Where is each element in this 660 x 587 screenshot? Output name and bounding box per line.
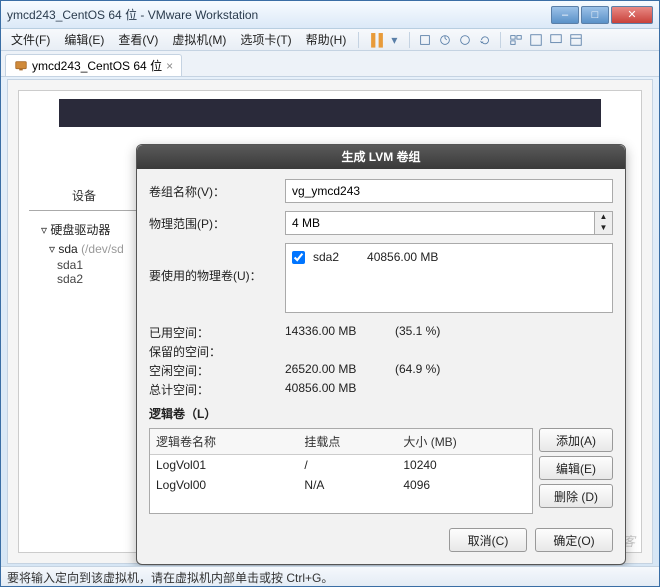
menu-help[interactable]: 帮助(H): [300, 29, 353, 50]
maximize-button[interactable]: □: [581, 6, 609, 24]
total-label: 总计空间：: [149, 381, 285, 398]
lv-edit-button[interactable]: 编辑(E): [539, 456, 613, 480]
menu-view[interactable]: 查看(V): [112, 29, 164, 50]
separator: [358, 32, 359, 48]
space-summary: 已用空间：14336.00 MB(35.1 %) 保留的空间： 空闲空间：265…: [149, 323, 613, 399]
device-disk[interactable]: ▿ sda (/dev/sd: [33, 240, 135, 258]
lv-row[interactable]: LogVol00 N/A 4096: [150, 475, 532, 495]
vm-tab[interactable]: ymcd243_CentOS 64 位 ×: [5, 54, 182, 76]
fullscreen-icon[interactable]: [547, 31, 565, 49]
separator: [409, 32, 410, 48]
toolbar-icon[interactable]: [416, 31, 434, 49]
pe-size-input[interactable]: [285, 211, 595, 235]
pv-item-sda2[interactable]: sda2 40856.00 MB: [292, 250, 606, 264]
minimize-button[interactable]: –: [551, 6, 579, 24]
device-header: 设备: [29, 181, 139, 211]
lv-buttons: 添加(A) 编辑(E) 删除 (D): [539, 428, 613, 514]
revert-icon[interactable]: [476, 31, 494, 49]
vm-icon: [14, 59, 28, 73]
menu-bar: 文件(F) 编辑(E) 查看(V) 虚拟机(M) 选项卡(T) 帮助(H) ▐▐…: [1, 29, 659, 51]
unity-icon[interactable]: [567, 31, 585, 49]
snapshot-manager-icon[interactable]: [456, 31, 474, 49]
lv-col-name[interactable]: 逻辑卷名称: [150, 429, 298, 455]
lv-delete-button[interactable]: 删除 (D): [539, 484, 613, 508]
view-icon[interactable]: [527, 31, 545, 49]
lv-row[interactable]: LogVol01 / 10240: [150, 455, 532, 476]
separator: [500, 32, 501, 48]
dropdown-icon[interactable]: ▾: [385, 31, 403, 49]
snapshot-icon[interactable]: [436, 31, 454, 49]
tab-bar: ymcd243_CentOS 64 位 ×: [1, 51, 659, 77]
pe-spinner: ▲ ▼: [595, 211, 613, 235]
lv-table: 逻辑卷名称 挂载点 大小 (MB) LogVol01 / 10240: [149, 428, 533, 514]
used-pct: (35.1 %): [395, 324, 440, 341]
thumbnail-icon[interactable]: [507, 31, 525, 49]
device-panel: 设备 ▿ 硬盘驱动器 ▿ sda (/dev/sd sda1 sda2: [29, 181, 139, 294]
spin-up-icon[interactable]: ▲: [595, 212, 612, 223]
menu-file[interactable]: 文件(F): [5, 29, 56, 50]
app-window: ymcd243_CentOS 64 位 - VMware Workstation…: [0, 0, 660, 587]
total-value: 40856.00 MB: [285, 381, 395, 398]
lv-col-size[interactable]: 大小 (MB): [397, 429, 532, 455]
used-label: 已用空间：: [149, 324, 285, 341]
pv-label: 要使用的物理卷(U)：: [149, 243, 277, 284]
pv-name: sda2: [313, 250, 339, 264]
device-part-sda1[interactable]: sda1: [33, 258, 135, 272]
close-button[interactable]: ✕: [611, 6, 653, 24]
pv-list: sda2 40856.00 MB: [285, 243, 613, 313]
vm-tab-label: ymcd243_CentOS 64 位: [32, 57, 162, 74]
lvm-dialog: 生成 LVM 卷组 卷组名称(V)： 物理范围(P)： ▲ ▼: [136, 144, 626, 565]
window-title: ymcd243_CentOS 64 位 - VMware Workstation: [7, 6, 551, 23]
menu-tabs[interactable]: 选项卡(T): [234, 29, 297, 50]
menu-vm[interactable]: 虚拟机(M): [166, 29, 232, 50]
dialog-title: 生成 LVM 卷组: [137, 145, 625, 169]
pause-icon[interactable]: ▐▐: [365, 31, 383, 49]
spin-down-icon[interactable]: ▼: [595, 223, 612, 234]
title-bar: ymcd243_CentOS 64 位 - VMware Workstation…: [1, 1, 659, 29]
dialog-footer: 取消(C) 确定(O): [149, 528, 613, 552]
device-root[interactable]: ▿ 硬盘驱动器: [33, 219, 135, 240]
tab-close-icon[interactable]: ×: [166, 59, 173, 73]
device-tree: ▿ 硬盘驱动器 ▿ sda (/dev/sd sda1 sda2: [29, 211, 139, 294]
vg-name-input[interactable]: [285, 179, 613, 203]
lv-add-button[interactable]: 添加(A): [539, 428, 613, 452]
free-value: 26520.00 MB: [285, 362, 395, 379]
pv-checkbox-sda2[interactable]: [292, 251, 305, 264]
vg-name-label: 卷组名称(V)：: [149, 183, 277, 200]
menu-edit[interactable]: 编辑(E): [58, 29, 110, 50]
window-controls: – □ ✕: [551, 6, 653, 24]
status-bar: 要将输入定向到该虚拟机，请在虚拟机内部单击或按 Ctrl+G。: [1, 566, 659, 586]
free-label: 空闲空间：: [149, 362, 285, 379]
installer-header-strip: [59, 99, 601, 127]
status-text: 要将输入定向到该虚拟机，请在虚拟机内部单击或按 Ctrl+G。: [7, 571, 333, 585]
pv-size: 40856.00 MB: [367, 250, 438, 264]
device-part-sda2[interactable]: sda2: [33, 272, 135, 286]
ok-button[interactable]: 确定(O): [535, 528, 613, 552]
free-pct: (64.9 %): [395, 362, 440, 379]
cancel-button[interactable]: 取消(C): [449, 528, 527, 552]
reserved-label: 保留的空间：: [149, 343, 285, 360]
dialog-body: 卷组名称(V)： 物理范围(P)： ▲ ▼ 要使用的物理卷(U)：: [137, 169, 625, 564]
used-value: 14336.00 MB: [285, 324, 395, 341]
lv-section-label: 逻辑卷（L）: [149, 405, 613, 422]
pe-size-label: 物理范围(P)：: [149, 215, 277, 232]
content-area: 设备 ▿ 硬盘驱动器 ▿ sda (/dev/sd sda1 sda2 重设(s…: [7, 79, 653, 564]
lv-col-mount[interactable]: 挂载点: [298, 429, 397, 455]
